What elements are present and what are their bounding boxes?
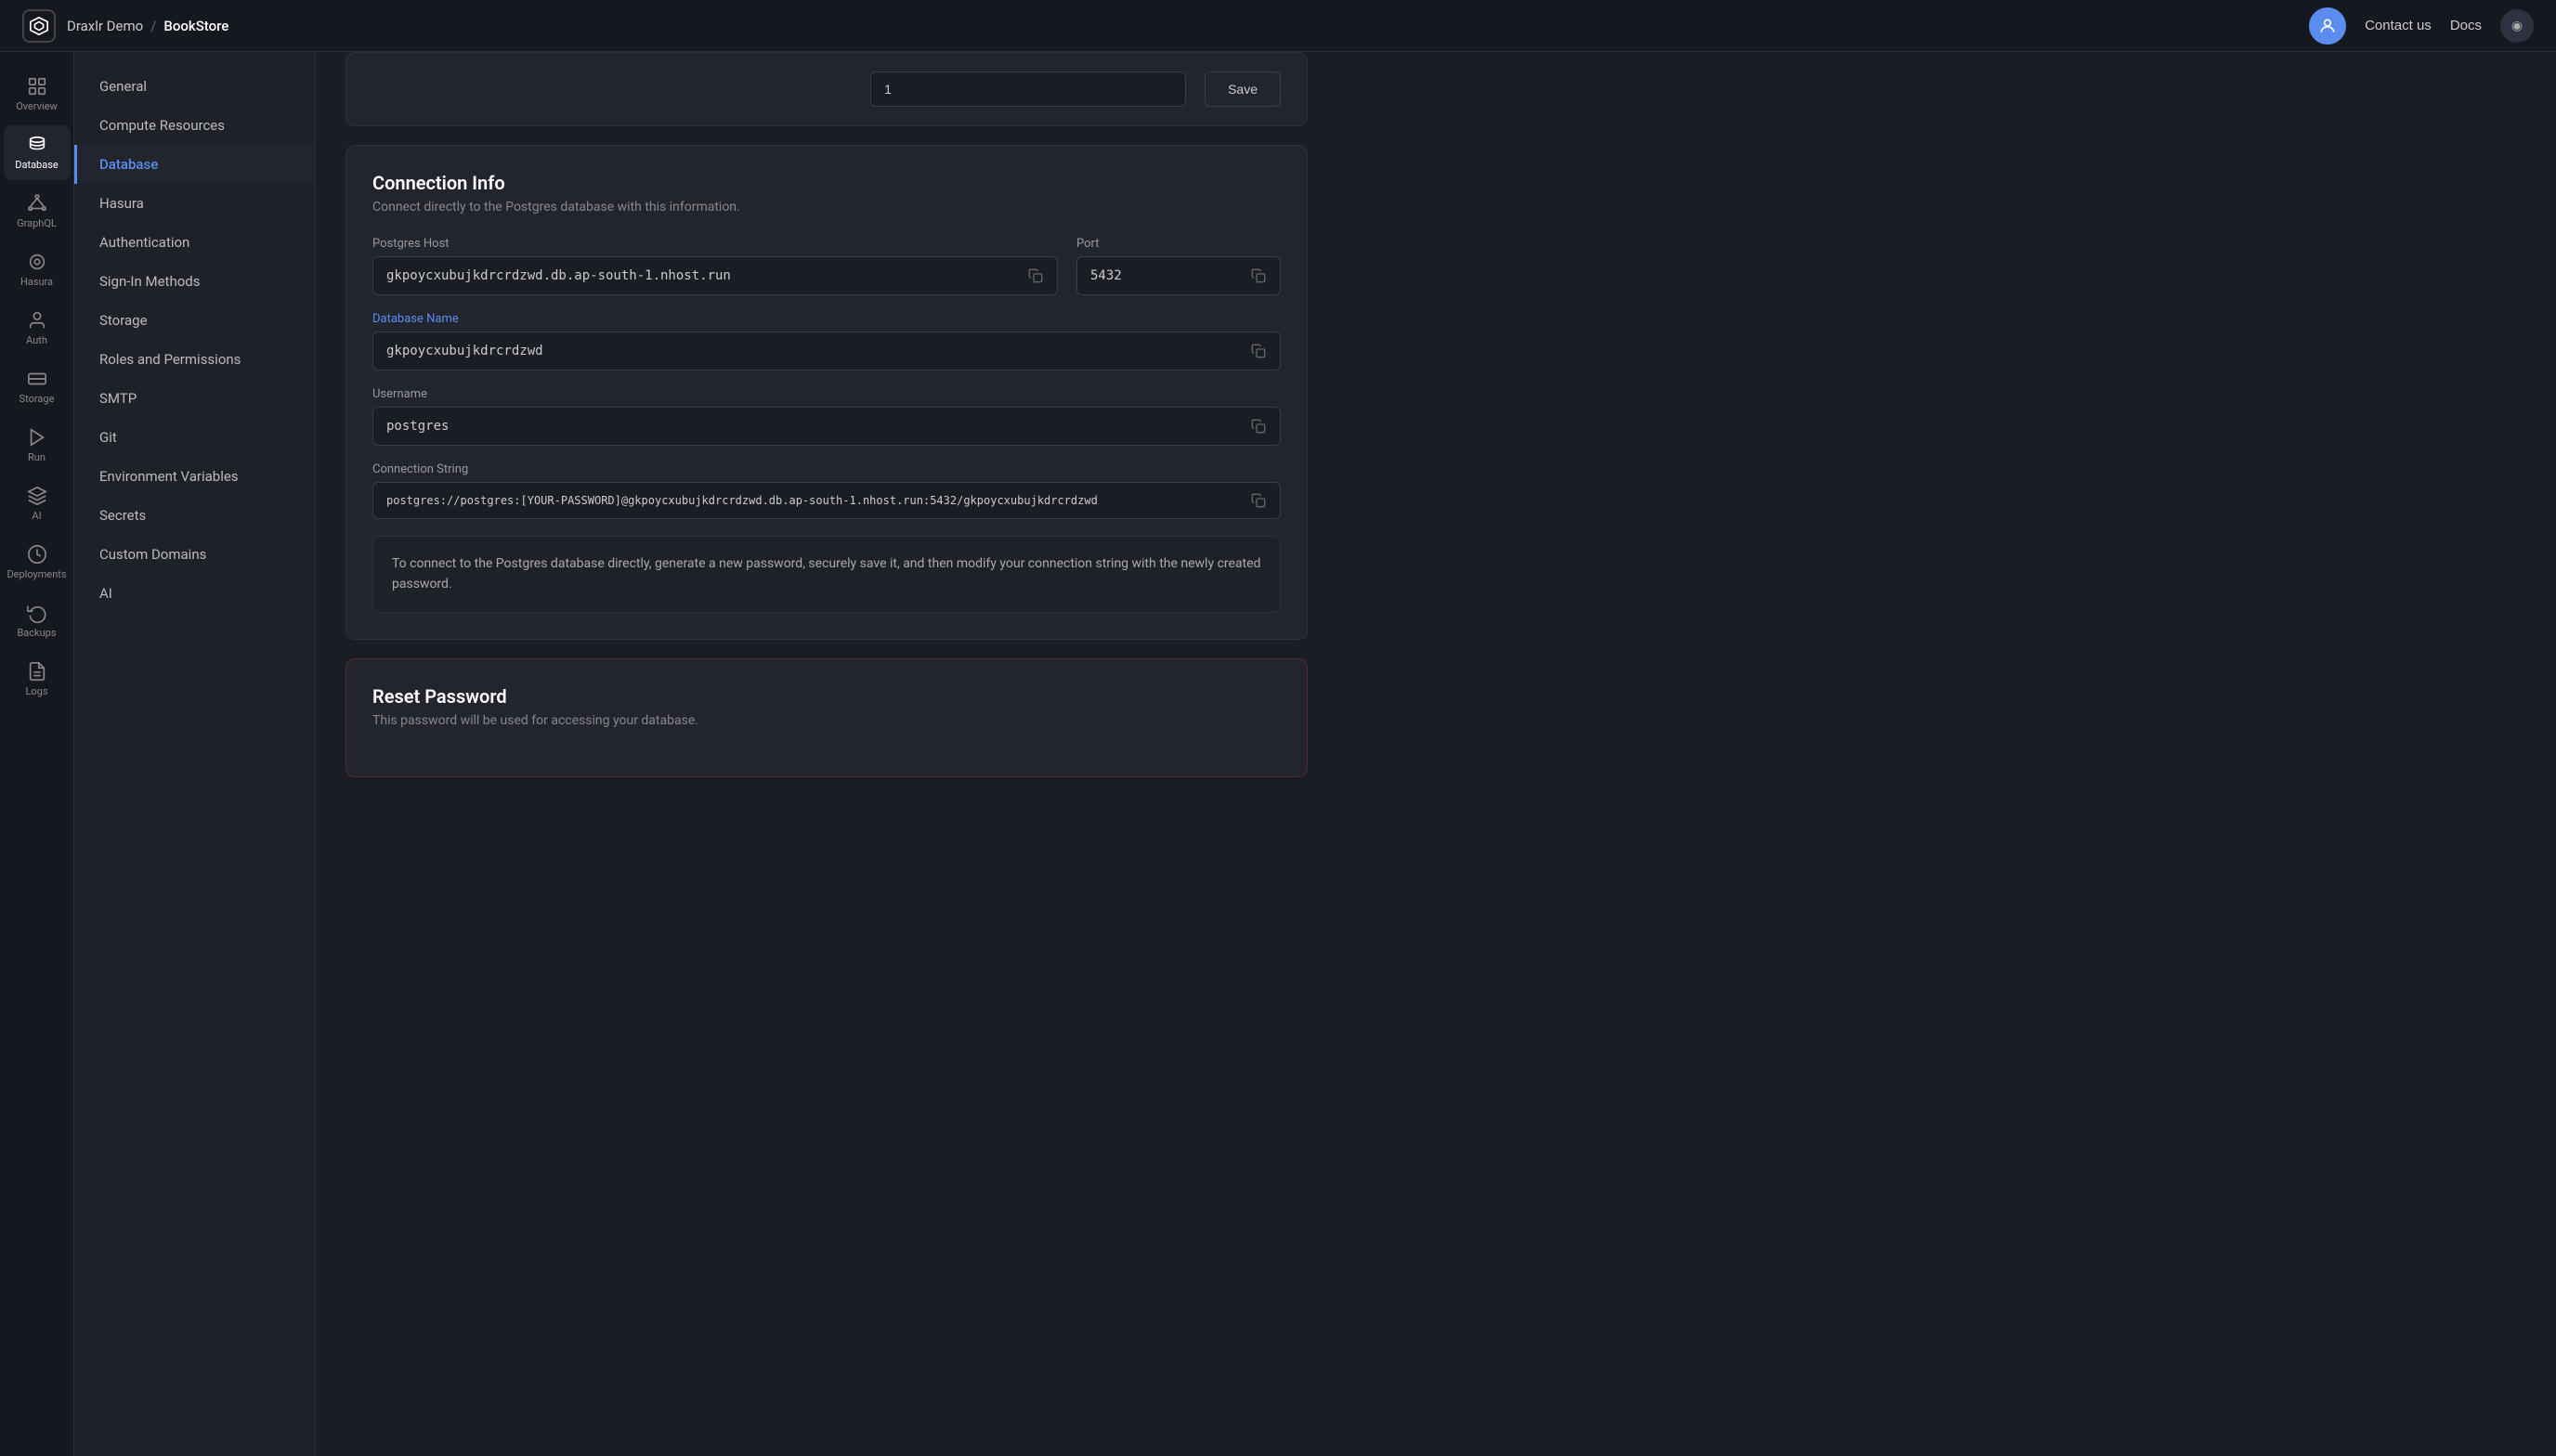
sidebar-item-overview[interactable]: Overview: [4, 67, 71, 122]
main-content: Save Connection Info Connect directly to…: [316, 52, 2556, 1456]
port-label: Port: [1076, 237, 1281, 251]
username-row: Username: [372, 387, 1281, 446]
port-input-wrap: [1076, 256, 1281, 295]
sidebar-item-backups[interactable]: Backups: [4, 593, 71, 648]
sidebar-item-secrets[interactable]: Secrets: [74, 496, 315, 535]
sidebar-item-ai[interactable]: AI: [4, 476, 71, 531]
username-input[interactable]: [372, 407, 1281, 446]
dbname-input-wrap: [372, 332, 1281, 370]
connection-string-copy-button[interactable]: [1247, 489, 1270, 512]
breadcrumb: Draxlr Demo / BookStore: [67, 18, 228, 34]
partial-input[interactable]: [870, 72, 1186, 107]
dbname-row: Database Name: [372, 312, 1281, 370]
postgres-host-copy-button[interactable]: [1024, 265, 1047, 287]
sidebar-item-authentication[interactable]: Authentication: [74, 223, 315, 262]
host-port-row: Postgres Host Port: [372, 237, 1281, 295]
sidebar-item-git[interactable]: Git: [74, 418, 315, 457]
connection-string-input-wrap: [372, 482, 1281, 519]
username-group: Username: [372, 387, 1281, 446]
sidebar-item-domains[interactable]: Custom Domains: [74, 535, 315, 574]
sidebar-item-logs[interactable]: Logs: [4, 652, 71, 707]
connection-string-input[interactable]: [372, 482, 1281, 519]
app-logo: [22, 9, 56, 43]
user-menu-button[interactable]: ◉: [2500, 9, 2534, 43]
partial-top-card: Save: [346, 52, 1308, 126]
breadcrumb-project[interactable]: Draxlr Demo: [67, 18, 143, 34]
main-layout: Overview Database GraphQL Hasura: [0, 52, 2556, 1456]
breadcrumb-app[interactable]: BookStore: [163, 18, 228, 34]
connection-string-row: Connection String: [372, 462, 1281, 519]
sidebar-item-smtp[interactable]: SMTP: [74, 379, 315, 418]
settings-sidebar: General Compute Resources Database Hasur…: [74, 52, 316, 1456]
sidebar-item-auth[interactable]: Auth: [4, 301, 71, 356]
save-button[interactable]: Save: [1205, 72, 1281, 107]
postgres-host-input[interactable]: [372, 256, 1058, 295]
icon-nav: Overview Database GraphQL Hasura: [0, 52, 74, 1456]
connection-info-card: Connection Info Connect directly to the …: [346, 145, 1308, 640]
reset-password-desc: This password will be used for accessing…: [372, 713, 1281, 728]
docs-link[interactable]: Docs: [2450, 18, 2482, 33]
reset-password-card: Reset Password This password will be use…: [346, 658, 1308, 777]
reset-password-title: Reset Password: [372, 685, 1281, 708]
username-copy-button[interactable]: [1247, 415, 1270, 437]
sidebar-item-signin[interactable]: Sign-In Methods: [74, 262, 315, 301]
dbname-copy-button[interactable]: [1247, 340, 1270, 362]
sidebar-item-envvars[interactable]: Environment Variables: [74, 457, 315, 496]
connection-info-text: To connect to the Postgres database dire…: [392, 556, 1260, 592]
topbar: Draxlr Demo / BookStore Contact us Docs …: [0, 0, 2556, 52]
contact-us-link[interactable]: Contact us: [2365, 18, 2432, 33]
sidebar-item-ai[interactable]: AI: [74, 574, 315, 613]
connection-info-desc: Connect directly to the Postgres databas…: [372, 200, 1281, 214]
sidebar-item-database[interactable]: Database: [4, 125, 71, 180]
connection-info-title: Connection Info: [372, 172, 1281, 194]
connection-string-label: Connection String: [372, 462, 1281, 476]
dbname-group: Database Name: [372, 312, 1281, 370]
dbname-label: Database Name: [372, 312, 1281, 326]
sidebar-item-database[interactable]: Database: [74, 145, 315, 184]
sidebar-item-hasura[interactable]: Hasura: [74, 184, 315, 223]
user-avatar-button[interactable]: [2309, 7, 2346, 45]
dbname-input[interactable]: [372, 332, 1281, 370]
username-input-wrap: [372, 407, 1281, 446]
sidebar-item-compute[interactable]: Compute Resources: [74, 106, 315, 145]
username-label: Username: [372, 387, 1281, 401]
connection-string-group: Connection String: [372, 462, 1281, 519]
breadcrumb-sep: /: [150, 18, 156, 34]
sidebar-item-general[interactable]: General: [74, 67, 315, 106]
port-group: Port: [1076, 237, 1281, 295]
connection-info-box: To connect to the Postgres database dire…: [372, 536, 1281, 613]
sidebar-item-storage[interactable]: Storage: [4, 359, 71, 414]
postgres-host-group: Postgres Host: [372, 237, 1058, 295]
sidebar-item-storage[interactable]: Storage: [74, 301, 315, 340]
sidebar-item-graphql[interactable]: GraphQL: [4, 184, 71, 239]
sidebar-item-run[interactable]: Run: [4, 418, 71, 473]
topbar-right: Contact us Docs ◉: [2309, 7, 2534, 45]
postgres-host-input-wrap: [372, 256, 1058, 295]
sidebar-item-hasura[interactable]: Hasura: [4, 242, 71, 297]
sidebar-item-deployments[interactable]: Deployments: [4, 535, 71, 590]
sidebar-item-roles[interactable]: Roles and Permissions: [74, 340, 315, 379]
port-copy-button[interactable]: [1247, 265, 1270, 287]
postgres-host-label: Postgres Host: [372, 237, 1058, 251]
